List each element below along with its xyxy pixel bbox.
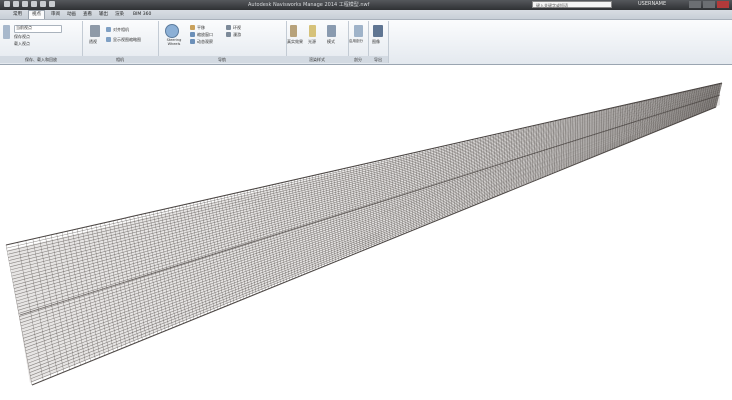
export-item-image[interactable]: 图像: [372, 39, 380, 44]
panel-export: 图像 导出: [368, 21, 389, 63]
ribbon-tabs: 常用 视点 审阅 动画 查看 输出 渲染 BIM 360: [0, 10, 732, 20]
panel-render-style: 真实效果 光源 模式 渲染样式: [286, 21, 349, 63]
nav-item-look[interactable]: 环视: [233, 25, 241, 30]
render-item-mode[interactable]: 模式: [327, 39, 335, 44]
panel-navigation-label: 导航: [158, 56, 286, 63]
tab-home[interactable]: 常用: [10, 11, 25, 19]
tab-render[interactable]: 渲染: [112, 11, 127, 19]
save-icon[interactable]: [31, 1, 37, 7]
quick-access-toolbar[interactable]: [4, 1, 55, 7]
align-camera-icon: [106, 27, 111, 32]
panel-save-load-label: 保存、载入和回放: [0, 56, 82, 63]
viewpoint-item-save[interactable]: 保存视点: [14, 34, 30, 39]
orbit-icon: [190, 39, 195, 44]
render-item-realism[interactable]: 真实效果: [287, 39, 303, 44]
perspective-icon[interactable]: [90, 25, 100, 37]
nav-item-pan[interactable]: 平移: [197, 25, 205, 30]
print-icon[interactable]: [40, 1, 46, 7]
realism-icon[interactable]: [290, 25, 297, 37]
maximize-button[interactable]: [703, 1, 715, 8]
panel-navigation: Steering Wheels 平移 缩放窗口 动态观察 环视 漫游 导航: [158, 21, 287, 63]
panel-camera: 透视 对齐相机 显示视图缩略图 相机: [82, 21, 159, 63]
nav-item-zoom-window[interactable]: 缩放窗口: [197, 32, 213, 37]
tab-bim360[interactable]: BIM 360: [130, 11, 154, 19]
open-icon[interactable]: [22, 1, 28, 7]
panel-sectioning-label: 剖分: [348, 56, 368, 63]
image-export-icon[interactable]: [373, 25, 383, 37]
panel-sectioning: 启用剖分 剖分: [348, 21, 369, 63]
camera-item-thumbnails[interactable]: 显示视图缩略图: [113, 37, 141, 42]
tab-animation[interactable]: 动画: [64, 11, 79, 19]
pan-icon: [190, 25, 195, 30]
panel-camera-label: 相机: [82, 56, 158, 63]
lighting-icon[interactable]: [309, 25, 316, 37]
tab-output[interactable]: 输出: [96, 11, 111, 19]
walk-icon: [226, 32, 231, 37]
undo-icon[interactable]: [49, 1, 55, 7]
new-icon[interactable]: [13, 1, 19, 7]
render-mode-icon[interactable]: [327, 25, 336, 37]
title-bar: Autodesk Navisworks Manage 2014 工程模型.nwf…: [0, 0, 732, 10]
rebar-cage-model[interactable]: [0, 65, 732, 400]
panel-save-load: 当前视点 保存视点 载入视点 保存、载入和回放: [0, 21, 83, 63]
panel-render-style-label: 渲染样式: [286, 56, 348, 63]
window-title: Autodesk Navisworks Manage 2014 工程模型.nwf: [248, 2, 370, 8]
panel-export-label: 导出: [368, 56, 388, 63]
render-item-lighting[interactable]: 光源: [308, 39, 316, 44]
camera-item-perspective[interactable]: 透视: [89, 39, 97, 44]
viewpoint-icon[interactable]: [3, 25, 10, 39]
camera-item-align[interactable]: 对齐相机: [113, 27, 129, 32]
nav-item-walk[interactable]: 漫游: [233, 32, 241, 37]
steering-wheels-icon[interactable]: [165, 24, 179, 38]
tab-view[interactable]: 查看: [80, 11, 95, 19]
enable-sectioning-icon[interactable]: [354, 25, 363, 37]
viewpoint-item-load[interactable]: 载入视点: [14, 41, 30, 46]
window-controls: [689, 1, 729, 8]
zoom-window-icon: [190, 32, 195, 37]
tab-viewpoint[interactable]: 视点: [28, 10, 45, 19]
thumbnail-icon: [106, 37, 111, 42]
nav-item-orbit[interactable]: 动态观察: [197, 39, 213, 44]
close-button[interactable]: [717, 1, 729, 8]
search-input[interactable]: 键入关键字或短语: [532, 1, 612, 8]
minimize-button[interactable]: [689, 1, 701, 8]
app-menu-icon[interactable]: [4, 1, 10, 7]
look-around-icon: [226, 25, 231, 30]
viewpoint-item-current: 当前视点: [16, 25, 32, 30]
model-viewport[interactable]: [0, 65, 732, 400]
ribbon: 当前视点 保存视点 载入视点 保存、载入和回放 透视 对齐相机 显示视图缩略图 …: [0, 20, 732, 65]
steering-wheels-label[interactable]: Steering Wheels: [160, 38, 188, 46]
section-item-enable[interactable]: 启用剖分: [349, 39, 363, 44]
tab-review[interactable]: 审阅: [48, 11, 63, 19]
user-name[interactable]: USERNAME: [638, 1, 666, 7]
